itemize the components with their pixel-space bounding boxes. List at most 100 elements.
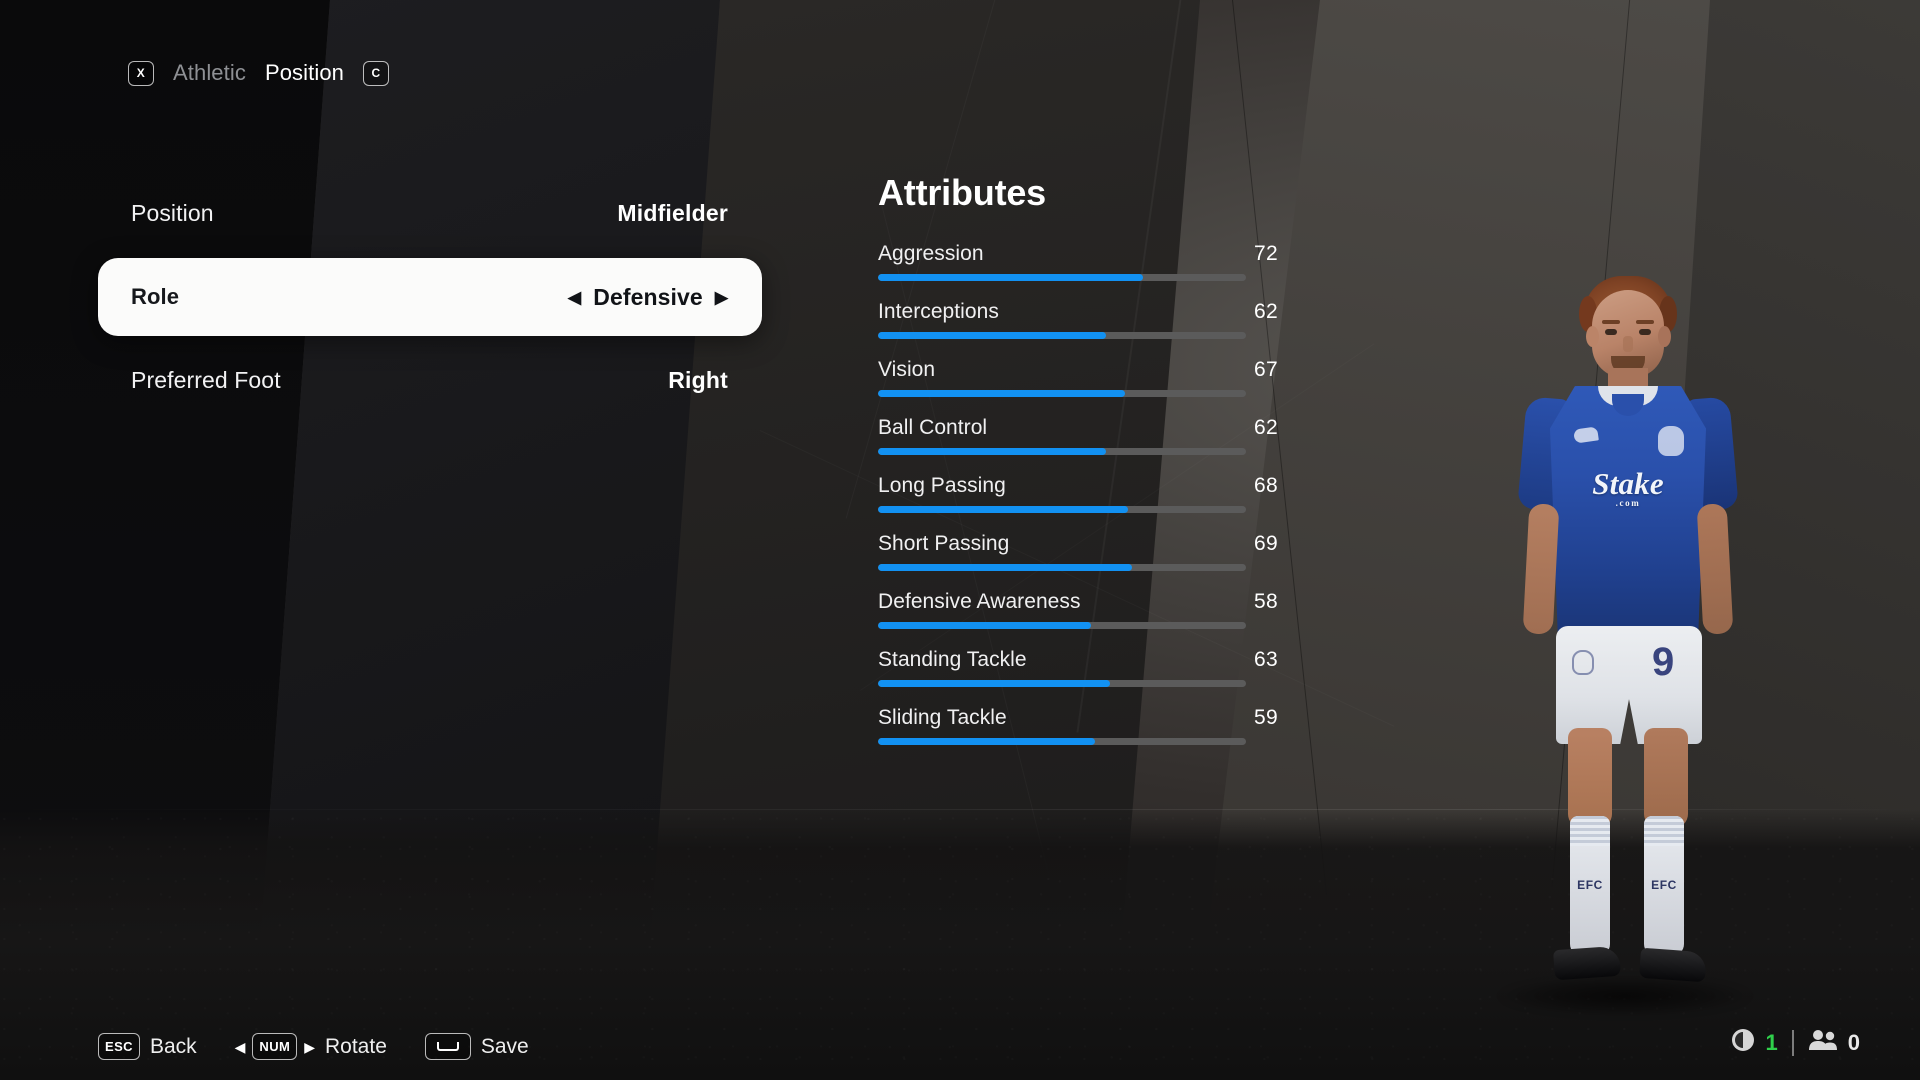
top-tab-bar: X Athletic Position C xyxy=(128,60,390,86)
attribute-row: Aggression 72 xyxy=(878,242,1278,281)
player-boot-left xyxy=(1553,945,1621,981)
status-divider xyxy=(1791,1029,1794,1056)
friends-status[interactable]: 0 xyxy=(1808,1028,1860,1057)
rotate-left-arrow-icon: ◀ xyxy=(234,1038,246,1055)
attribute-header: Aggression 72 xyxy=(878,242,1278,266)
player-nose xyxy=(1623,336,1633,352)
attribute-value: 59 xyxy=(1254,706,1278,729)
player-shadow xyxy=(1500,976,1750,1016)
attribute-name: Long Passing xyxy=(878,474,1006,497)
player-boot-right xyxy=(1639,947,1707,983)
player-arm-right xyxy=(1696,503,1734,635)
attribute-bar xyxy=(878,564,1246,571)
rotate-keys: ◀ NUM ▶ xyxy=(235,1033,315,1060)
friends-count: 0 xyxy=(1847,1029,1860,1055)
attribute-header: Vision 67 xyxy=(878,358,1278,382)
attribute-header: Long Passing 68 xyxy=(878,474,1278,498)
status-indicators: 1 0 xyxy=(1730,1027,1860,1058)
player-shorts xyxy=(1556,626,1702,744)
attribute-bar xyxy=(878,448,1246,455)
attribute-bar xyxy=(878,332,1246,339)
hint-save[interactable]: Save xyxy=(424,1033,529,1060)
club-crest-icon xyxy=(1658,426,1684,456)
attribute-name: Short Passing xyxy=(878,532,1010,555)
attribute-row: Standing Tackle 63 xyxy=(878,648,1278,687)
hint-label-rotate: Rotate xyxy=(325,1034,387,1058)
attribute-row: Defensive Awareness 58 xyxy=(878,590,1278,629)
setting-value-role: ◀ Defensive ▶ xyxy=(568,284,728,311)
player-brow-right xyxy=(1636,320,1654,324)
tab-athletic[interactable]: Athletic xyxy=(173,60,246,86)
hint-label-back: Back xyxy=(149,1034,197,1058)
player-ear-right xyxy=(1658,326,1671,347)
attribute-name: Defensive Awareness xyxy=(878,590,1081,613)
attribute-header: Sliding Tackle 59 xyxy=(878,706,1278,730)
attribute-row: Sliding Tackle 59 xyxy=(878,706,1278,745)
friends-icon xyxy=(1808,1028,1838,1057)
setting-label-preferred-foot: Preferred Foot xyxy=(131,366,281,393)
setting-label-position: Position xyxy=(131,199,214,226)
player-thigh-right xyxy=(1644,728,1688,828)
setting-row-preferred-foot[interactable]: Preferred Foot Right xyxy=(98,349,762,411)
audio-status[interactable]: 1 xyxy=(1730,1027,1778,1058)
attribute-value: 68 xyxy=(1254,474,1278,497)
player-ear-left xyxy=(1586,326,1599,347)
hint-back[interactable]: ESC Back xyxy=(98,1033,197,1060)
row-spacer xyxy=(98,336,762,349)
prev-tab-key-hint[interactable]: X xyxy=(128,60,154,86)
player-model[interactable]: Stake .com 9 EFC EFC xyxy=(1482,268,1772,1016)
rotate-right-arrow-icon: ▶ xyxy=(304,1038,315,1055)
jersey-sponsor-text: Stake .com xyxy=(1550,466,1706,508)
attribute-value: 69 xyxy=(1254,532,1278,555)
role-next-arrow-icon[interactable]: ▶ xyxy=(715,289,728,306)
attribute-bar xyxy=(878,738,1246,745)
player-arm-left xyxy=(1522,503,1560,635)
attribute-value: 62 xyxy=(1254,300,1278,323)
next-tab-key-hint[interactable]: C xyxy=(363,60,390,86)
hint-rotate[interactable]: ◀ NUM ▶ Rotate xyxy=(235,1033,387,1060)
footer-hint-bar: ESC Back ◀ NUM ▶ Rotate Save xyxy=(98,1033,529,1060)
attribute-name: Vision xyxy=(878,358,936,381)
attribute-bar xyxy=(878,274,1246,281)
sock-text-left: EFC xyxy=(1577,878,1603,892)
attribute-bar xyxy=(878,390,1246,397)
num-key-icon: NUM xyxy=(252,1033,298,1060)
esc-key-icon: ESC xyxy=(98,1033,140,1060)
attribute-row: Short Passing 69 xyxy=(878,532,1278,571)
setting-value-preferred-foot: Right xyxy=(668,366,728,393)
position-settings-list: Position Midfielder Role ◀ Defensive ▶ P… xyxy=(98,182,762,411)
attribute-value: 62 xyxy=(1254,416,1278,439)
sock-ribbing xyxy=(1644,816,1684,846)
sock-text-right: EFC xyxy=(1651,878,1677,892)
attribute-bar xyxy=(878,506,1246,513)
role-value-text: Defensive xyxy=(593,283,703,310)
attribute-header: Ball Control 62 xyxy=(878,416,1278,440)
attribute-header: Standing Tackle 63 xyxy=(878,648,1278,672)
role-prev-arrow-icon[interactable]: ◀ xyxy=(568,289,581,306)
setting-label-role: Role xyxy=(131,284,180,309)
attribute-name: Aggression xyxy=(878,242,984,265)
row-spacer xyxy=(98,244,762,258)
audio-count: 1 xyxy=(1765,1029,1778,1055)
tab-position[interactable]: Position xyxy=(265,60,344,86)
sponsor-domain: .com xyxy=(1615,498,1641,508)
attribute-header: Short Passing 69 xyxy=(878,532,1278,556)
player-sock-right: EFC xyxy=(1644,816,1684,956)
attributes-title: Attributes xyxy=(878,172,1046,213)
player-jersey xyxy=(1550,386,1706,636)
attribute-bar xyxy=(878,680,1246,687)
attribute-value: 67 xyxy=(1254,358,1278,381)
attribute-row: Ball Control 62 xyxy=(878,416,1278,455)
attribute-name: Sliding Tackle xyxy=(878,706,1007,729)
setting-row-role[interactable]: Role ◀ Defensive ▶ xyxy=(98,258,762,336)
hint-label-save: Save xyxy=(480,1034,529,1058)
volume-icon xyxy=(1730,1027,1756,1058)
attribute-bar xyxy=(878,622,1246,629)
attribute-row: Interceptions 62 xyxy=(878,300,1278,339)
attribute-row: Long Passing 68 xyxy=(878,474,1278,513)
setting-value-position: Midfielder xyxy=(617,199,728,226)
player-thigh-left xyxy=(1568,728,1612,828)
player-eye-left xyxy=(1605,329,1617,335)
game-screen: X Athletic Position C Position Midfielde… xyxy=(0,0,1920,1080)
setting-row-position[interactable]: Position Midfielder xyxy=(98,182,762,244)
